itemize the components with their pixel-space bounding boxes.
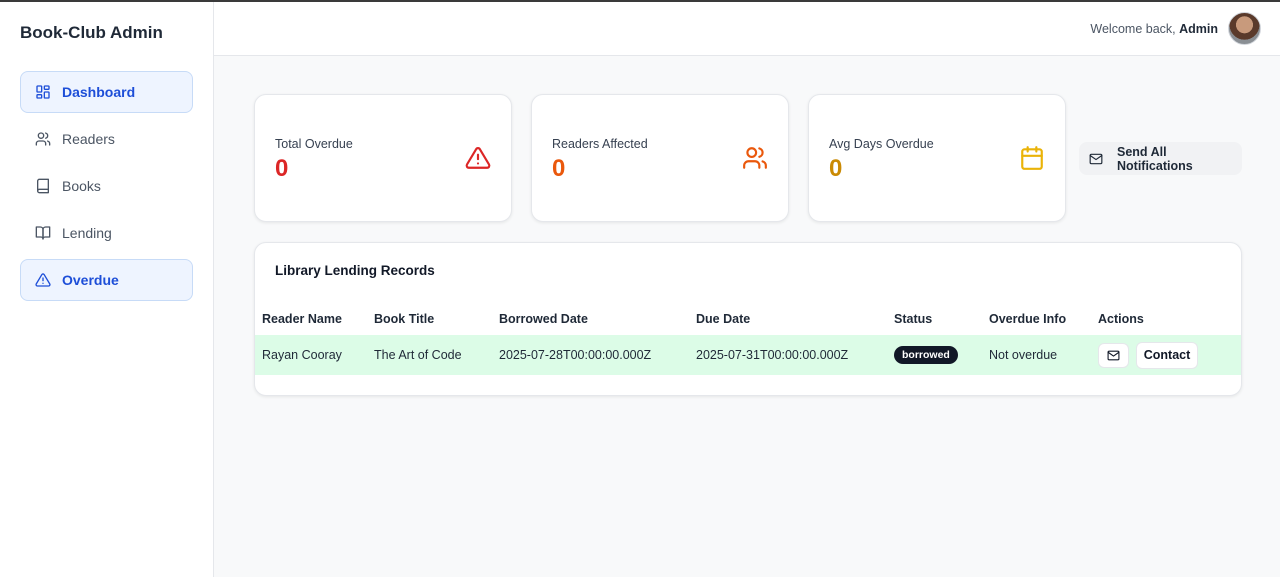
send-all-notifications-button[interactable]: Send All Notifications <box>1079 142 1242 175</box>
book-icon <box>35 178 51 194</box>
sidebar: Book-Club Admin Dashboard Readers Books … <box>0 2 214 577</box>
user-name: Admin <box>1179 22 1218 36</box>
mail-icon <box>1107 349 1120 362</box>
stat-label: Readers Affected <box>552 137 648 151</box>
send-all-notifications-label: Send All Notifications <box>1117 144 1193 173</box>
welcome-prefix: Welcome back, <box>1090 22 1176 36</box>
table-row: Rayan Cooray The Art of Code 2025-07-28T… <box>255 335 1241 375</box>
lending-records-card: Library Lending Records Reader Name Book… <box>254 242 1242 396</box>
column-header-borrowed-date: Borrowed Date <box>499 312 588 326</box>
sidebar-item-label: Lending <box>62 225 112 241</box>
cell-book-title: The Art of Code <box>374 348 462 362</box>
users-icon <box>742 145 768 171</box>
sidebar-item-books[interactable]: Books <box>20 165 193 207</box>
column-header-due-date: Due Date <box>696 312 751 326</box>
sidebar-item-label: Dashboard <box>62 84 136 100</box>
column-header-book-title: Book Title <box>374 312 435 326</box>
column-header-actions: Actions <box>1098 312 1144 326</box>
stat-value: 0 <box>552 155 566 182</box>
sidebar-item-overdue[interactable]: Overdue <box>20 259 193 301</box>
stat-card-total-overdue: Total Overdue 0 <box>254 94 512 222</box>
stat-label: Total Overdue <box>275 137 353 151</box>
column-header-overdue-info: Overdue Info <box>989 312 1067 326</box>
email-reader-button[interactable] <box>1098 343 1129 368</box>
mail-icon <box>1089 152 1103 166</box>
dashboard-icon <box>35 84 51 100</box>
alert-triangle-icon <box>465 145 491 171</box>
sidebar-item-dashboard[interactable]: Dashboard <box>20 71 193 113</box>
users-icon <box>35 131 51 147</box>
contact-button[interactable]: Contact <box>1136 342 1198 369</box>
calendar-icon <box>1019 145 1045 171</box>
stat-value: 0 <box>829 155 843 182</box>
sidebar-item-label: Readers <box>62 131 115 147</box>
cell-due-date: 2025-07-31T00:00:00.000Z <box>696 348 849 362</box>
avatar[interactable] <box>1228 12 1261 45</box>
stat-card-readers-affected: Readers Affected 0 <box>531 94 789 222</box>
records-title: Library Lending Records <box>275 263 435 278</box>
stat-card-avg-days-overdue: Avg Days Overdue 0 <box>808 94 1066 222</box>
cell-overdue-info: Not overdue <box>989 348 1058 362</box>
cell-borrowed-date: 2025-07-28T00:00:00.000Z <box>499 348 652 362</box>
column-header-reader-name: Reader Name <box>262 312 342 326</box>
sidebar-nav: Dashboard Readers Books Lending Overdue <box>20 71 193 306</box>
cell-reader-name: Rayan Cooray <box>262 348 342 362</box>
alert-triangle-icon <box>35 272 51 288</box>
sidebar-item-readers[interactable]: Readers <box>20 118 193 160</box>
stat-label: Avg Days Overdue <box>829 137 934 151</box>
top-bar: Welcome back, Admin <box>214 2 1280 56</box>
column-header-status: Status <box>894 312 933 326</box>
welcome-message: Welcome back, Admin <box>1090 22 1218 36</box>
sidebar-item-lending[interactable]: Lending <box>20 212 193 254</box>
sidebar-item-label: Books <box>62 178 101 194</box>
stat-value: 0 <box>275 155 289 182</box>
sidebar-item-label: Overdue <box>62 272 119 288</box>
brand-title: Book-Club Admin <box>20 23 163 42</box>
open-book-icon <box>35 225 51 241</box>
status-badge: borrowed <box>894 346 958 364</box>
